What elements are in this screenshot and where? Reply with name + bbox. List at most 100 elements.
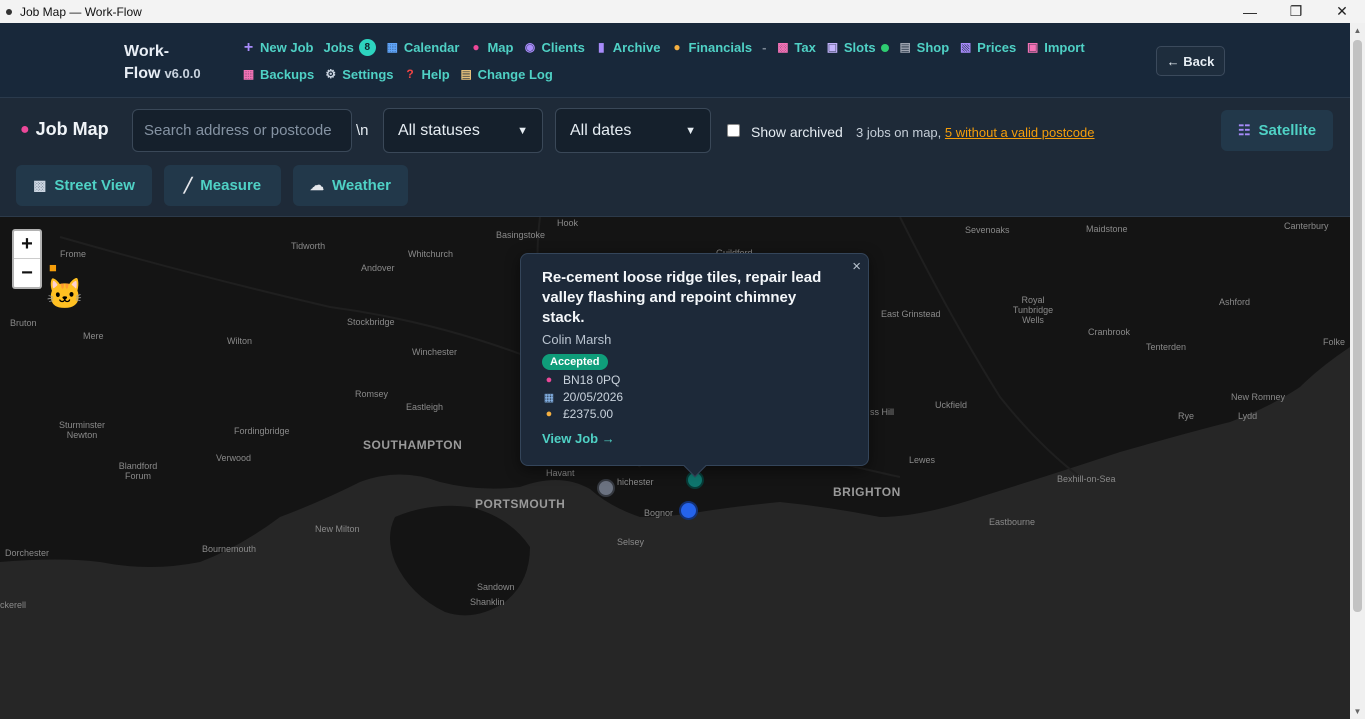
- place-label: Lewes: [909, 455, 936, 465]
- calendar-icon: ▦: [543, 391, 555, 404]
- measure-button[interactable]: ╱ Measure: [164, 165, 281, 206]
- show-archived-checkbox[interactable]: [727, 124, 740, 137]
- nav-calendar[interactable]: ▦ Calendar: [386, 40, 460, 55]
- page-scrollbar[interactable]: ▲ ▼: [1350, 23, 1365, 719]
- nav-prices[interactable]: ▧ Prices: [959, 40, 1016, 55]
- place-label: Shanklin: [470, 597, 505, 607]
- pin-icon: ●: [545, 374, 553, 386]
- scrollbar-thumb[interactable]: [1353, 40, 1362, 612]
- status-filter-value: All statuses: [398, 121, 480, 139]
- nav-backups[interactable]: ▦ Backups: [242, 67, 314, 82]
- brand-name-line2: Flow: [124, 65, 161, 82]
- nav-help[interactable]: ? Help: [404, 67, 450, 82]
- place-label: Sandown: [477, 582, 515, 592]
- plus-icon: +: [243, 39, 254, 56]
- chevron-down-icon: ▼: [517, 124, 528, 137]
- place-label: New Milton: [315, 524, 360, 534]
- job-marker-grey[interactable]: [597, 479, 615, 497]
- invalid-postcode-link[interactable]: 5 without a valid postcode: [945, 125, 1095, 140]
- maximize-icon[interactable]: ❐: [1273, 0, 1319, 23]
- nav-new-job-label: New Job: [260, 40, 314, 55]
- app-header: Work- Flow v6.0.0 + New Job Jobs 8 ▦ Calenda…: [0, 23, 1350, 98]
- status-filter-select[interactable]: All statuses ▼: [383, 108, 543, 153]
- people-icon: ◉: [524, 40, 536, 54]
- job-date: ▦ 20/05/2026: [542, 390, 847, 404]
- place-label: Bournemouth: [202, 544, 257, 554]
- status-badge: Accepted: [542, 354, 608, 370]
- nav-separator: -: [762, 40, 767, 55]
- close-window-icon[interactable]: ✕: [1319, 0, 1365, 23]
- job-title: Re-cement loose ridge tiles, repair lead…: [542, 269, 822, 326]
- jobs-on-map-count: 3 jobs on map,: [856, 125, 942, 140]
- nav-new-job[interactable]: + New Job: [242, 39, 314, 56]
- price-tag-icon: ▧: [959, 40, 972, 54]
- place-label: Cranbrook: [1088, 327, 1131, 337]
- zoom-out-button[interactable]: −: [14, 259, 40, 287]
- view-job-link[interactable]: View Job →: [542, 431, 847, 446]
- place-label: Eastleigh: [406, 402, 444, 412]
- scroll-down-icon[interactable]: ▼: [1350, 704, 1365, 719]
- back-button[interactable]: ← Back: [1156, 46, 1225, 76]
- page-title: ● Job Map: [20, 119, 109, 140]
- clipboard-icon: ▤: [460, 67, 472, 81]
- search-input[interactable]: [132, 109, 352, 152]
- jobs-count-badge: 8: [358, 39, 376, 56]
- nav-change-log[interactable]: ▤ Change Log: [460, 67, 553, 82]
- show-archived-label[interactable]: Show archived: [751, 124, 843, 140]
- nav-financials[interactable]: ● Financials: [671, 40, 752, 55]
- map-toolbar: ● Job Map \n All statuses ▼ All dates ▼ Sho…: [0, 98, 1350, 217]
- nav-import[interactable]: ▣ Import: [1026, 40, 1085, 55]
- nav-settings-label: Settings: [342, 67, 394, 82]
- minimize-icon[interactable]: —: [1227, 0, 1273, 23]
- place-label: Bognor: [644, 508, 674, 518]
- place-label: ckerell: [0, 600, 27, 610]
- place-label: Romsey: [355, 389, 389, 399]
- nav-clients[interactable]: ◉ Clients: [523, 40, 585, 55]
- brand: Work- Flow v6.0.0: [124, 41, 201, 85]
- place-label: Stockbridge: [347, 317, 395, 327]
- nav-clients-label: Clients: [541, 40, 585, 55]
- ruler-icon: ╱: [183, 177, 193, 193]
- close-icon[interactable]: ×: [852, 258, 861, 275]
- nav-shop-label: Shop: [916, 40, 950, 55]
- app-version: v6.0.0: [164, 66, 201, 81]
- shop-icon: ▤: [899, 40, 911, 54]
- money-bag-icon: ●: [673, 40, 681, 54]
- place-label: BRIGHTON: [833, 485, 901, 499]
- nav-tax[interactable]: ▩ Tax: [776, 40, 816, 55]
- place-label: Blandford Forum: [118, 461, 158, 481]
- place-label: Hook: [557, 218, 579, 228]
- job-price: ● £2375.00: [542, 407, 847, 421]
- nav-row-primary: + New Job Jobs 8 ▦ Calendar ● Map ◉ Clients ▮…: [242, 39, 1095, 56]
- cloud-icon: ☁: [310, 177, 325, 193]
- pin-icon: ●: [472, 40, 480, 54]
- nav-import-label: Import: [1044, 40, 1085, 55]
- nav-jobs[interactable]: Jobs 8: [323, 39, 376, 56]
- weather-button[interactable]: ☁ Weather: [293, 165, 408, 206]
- nav-map[interactable]: ● Map: [469, 40, 513, 55]
- place-label: Verwood: [216, 453, 252, 463]
- nav-slots[interactable]: ▣ Slots: [826, 40, 889, 55]
- price-text: £2375.00: [563, 407, 614, 421]
- weather-label: Weather: [332, 177, 391, 194]
- nav-archive[interactable]: ▮ Archive: [595, 40, 661, 55]
- place-label: Fordingbridge: [234, 426, 290, 436]
- chart-icon: ▩: [777, 40, 789, 54]
- slots-status-dot: [880, 43, 889, 52]
- job-marker-blue[interactable]: [679, 501, 698, 520]
- place-label: Frome: [60, 249, 87, 259]
- date-filter-select[interactable]: All dates ▼: [555, 108, 711, 153]
- scroll-up-icon[interactable]: ▲: [1350, 23, 1365, 38]
- place-label: Maidstone: [1086, 224, 1128, 234]
- nav-shop[interactable]: ▤ Shop: [899, 40, 950, 55]
- archive-icon: ▮: [597, 40, 605, 54]
- nav-settings[interactable]: ⚙ Settings: [324, 67, 393, 82]
- jobs-count-text: 3 jobs on map, 5 without a valid postcod…: [856, 125, 1095, 140]
- postcode-text: BN18 0PQ: [563, 373, 621, 387]
- street-view-label: Street View: [54, 177, 135, 194]
- zoom-in-button[interactable]: +: [14, 231, 40, 259]
- nav-help-label: Help: [421, 67, 450, 82]
- street-view-button[interactable]: ▩ Street View: [16, 165, 152, 206]
- satellite-button[interactable]: ☷ Satellite: [1221, 110, 1333, 151]
- nav-row-secondary: ▦ Backups ⚙ Settings ? Help ▤ Change Log: [242, 67, 563, 82]
